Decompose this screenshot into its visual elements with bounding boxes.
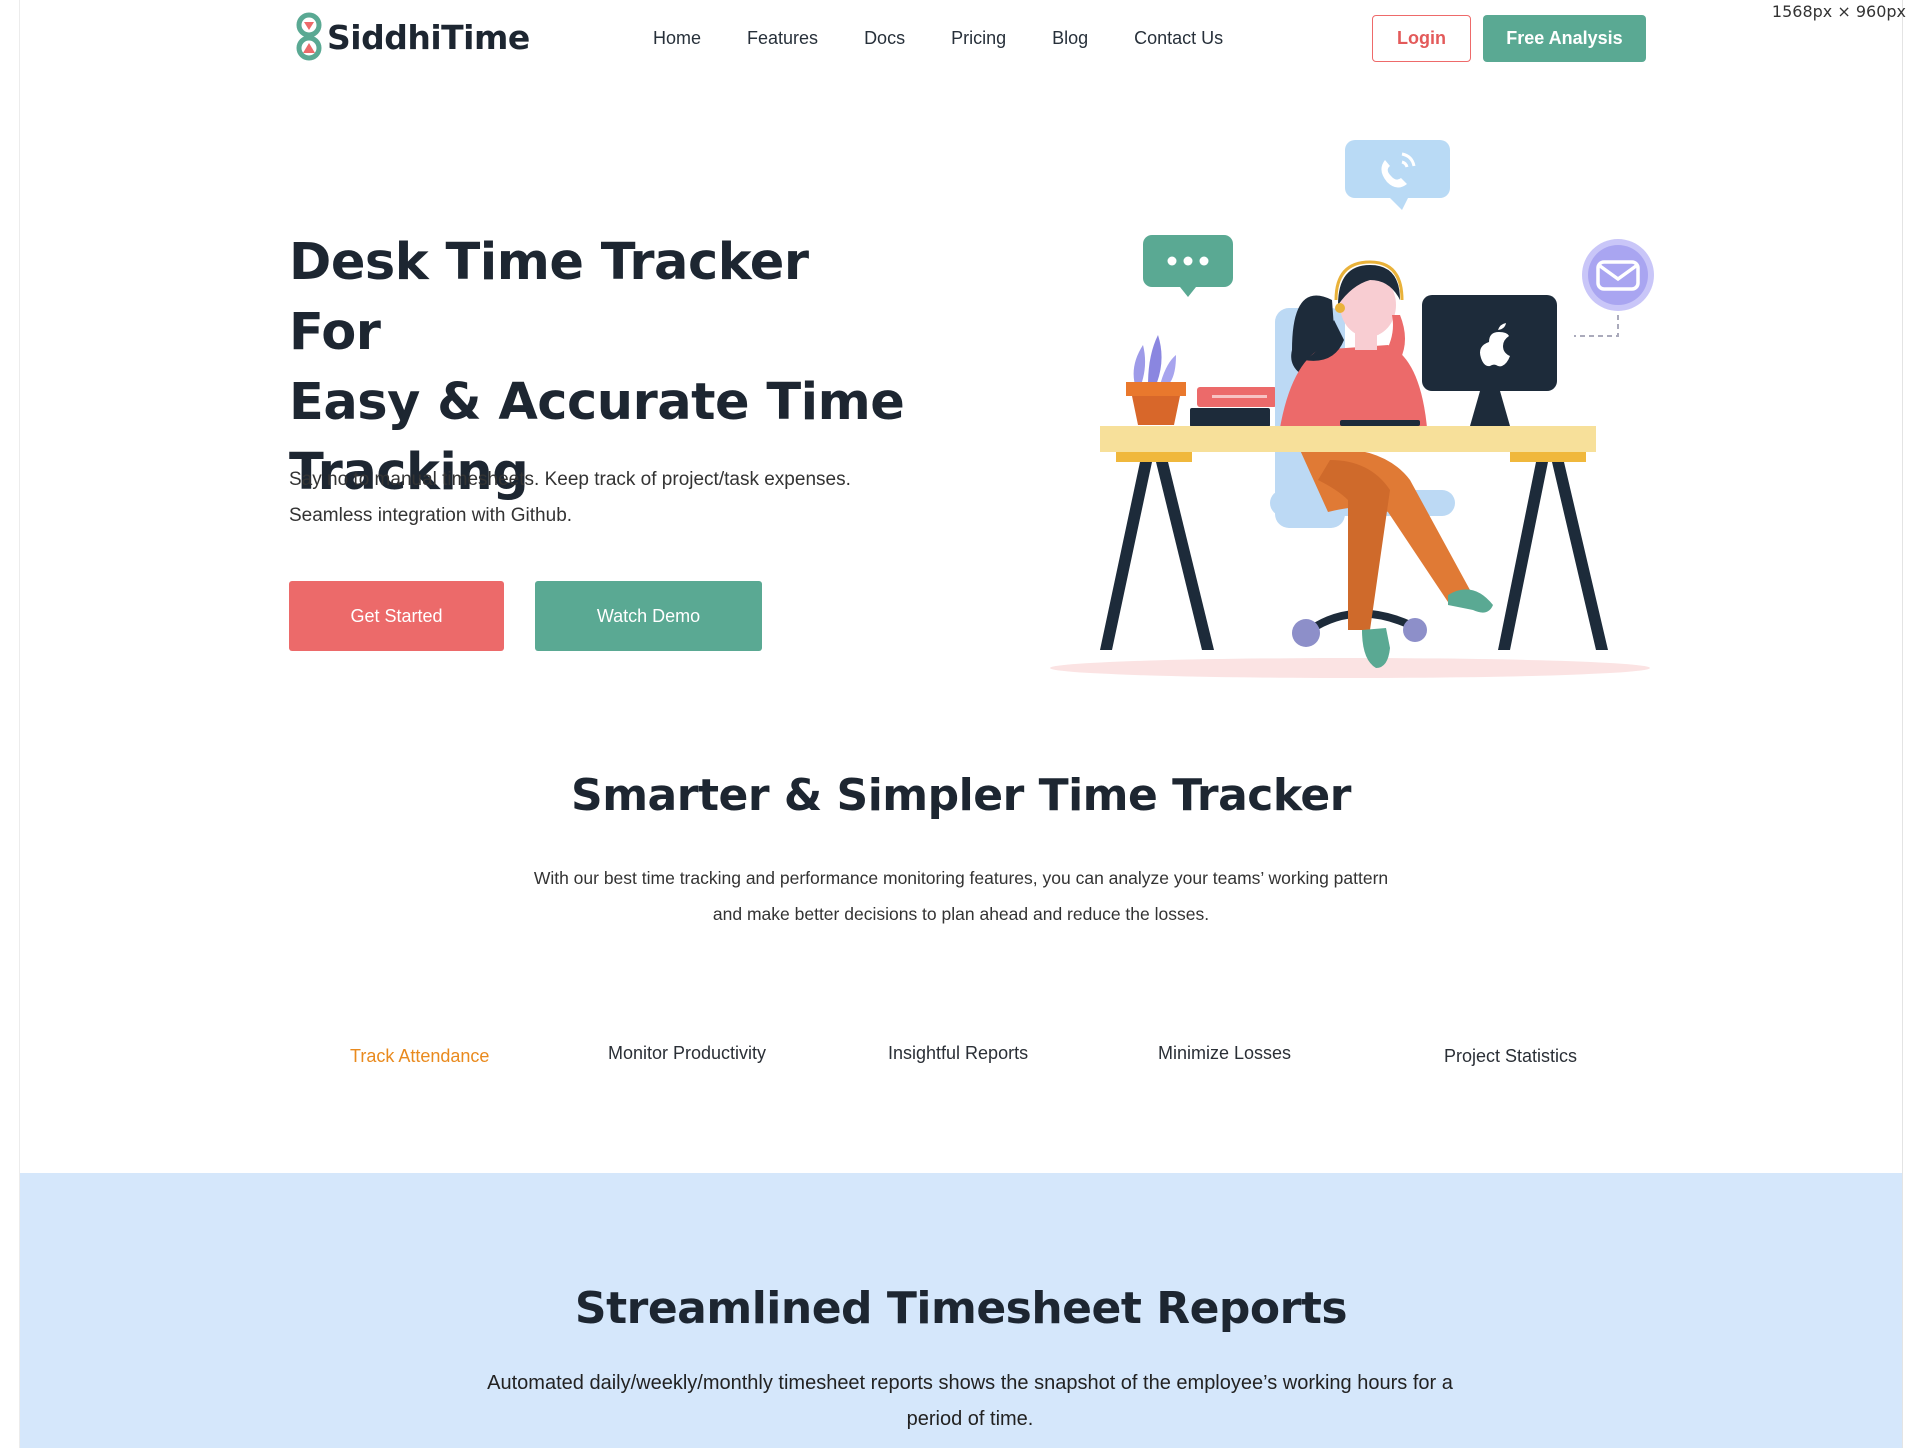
viewport-size-label: 1568px × 960px	[1771, 2, 1906, 21]
brand-logo[interactable]: SiddhiTime	[295, 12, 530, 62]
hero-subtitle-line-1: Say no to manual timesheets. Keep track …	[289, 469, 851, 490]
hero-subtitle-line-2: Seamless integration with Github.	[289, 505, 573, 526]
tab-insightful-reports[interactable]: Insightful Reports	[888, 1043, 1028, 1064]
nav-features[interactable]: Features	[747, 28, 818, 49]
reports-subtitle-line-2: period of time.	[906, 1408, 1034, 1430]
get-started-button[interactable]: Get Started	[289, 581, 504, 651]
mail-icon	[1574, 239, 1654, 337]
nav-contact-us[interactable]: Contact Us	[1134, 28, 1223, 49]
features-subtitle-line-1: With our best time tracking and performa…	[533, 868, 1389, 888]
tab-monitor-productivity[interactable]: Monitor Productivity	[608, 1043, 766, 1064]
page-edge-right	[1902, 0, 1903, 1448]
logo-hourglass-icon	[296, 12, 322, 61]
hero-illustration	[1050, 140, 1654, 678]
reports-subtitle-line-1: Automated daily/weekly/monthly timesheet…	[487, 1372, 1453, 1394]
feature-tabs: Track Attendance Monitor Productivity In…	[0, 1040, 1922, 1070]
nav-docs[interactable]: Docs	[864, 28, 905, 49]
tab-project-statistics[interactable]: Project Statistics	[1444, 1046, 1577, 1067]
watch-demo-button[interactable]: Watch Demo	[535, 581, 762, 651]
nav-pricing[interactable]: Pricing	[951, 28, 1006, 49]
hero-title-line-1: Desk Time Tracker For	[289, 233, 809, 362]
reports-title: Streamlined Timesheet Reports	[574, 1283, 1348, 1334]
login-button[interactable]: Login	[1372, 15, 1471, 62]
hero-subtitle: Say no to manual timesheets. Keep track …	[289, 462, 929, 534]
main-nav: Home Features Docs Pricing Blog Contact …	[653, 28, 1269, 49]
tab-track-attendance[interactable]: Track Attendance	[350, 1046, 489, 1067]
features-subtitle: With our best time tracking and performa…	[490, 860, 1432, 932]
tab-minimize-losses[interactable]: Minimize Losses	[1158, 1043, 1291, 1064]
reports-section: Streamlined Timesheet Reports Automated …	[20, 1173, 1902, 1448]
nav-blog[interactable]: Blog	[1052, 28, 1088, 49]
nav-home[interactable]: Home	[653, 28, 701, 49]
features-subtitle-line-2: and make better decisions to plan ahead …	[712, 904, 1210, 924]
features-title: Smarter & Simpler Time Tracker	[571, 770, 1351, 821]
reports-subtitle: Automated daily/weekly/monthly timesheet…	[440, 1365, 1500, 1437]
phone-bubble-icon	[1345, 140, 1450, 210]
brand-name: SiddhiTime	[327, 17, 530, 57]
chat-bubble-icon	[1143, 235, 1233, 297]
free-analysis-button[interactable]: Free Analysis	[1483, 15, 1646, 62]
hero-title-line-2: Easy & Accurate Time	[289, 373, 905, 432]
